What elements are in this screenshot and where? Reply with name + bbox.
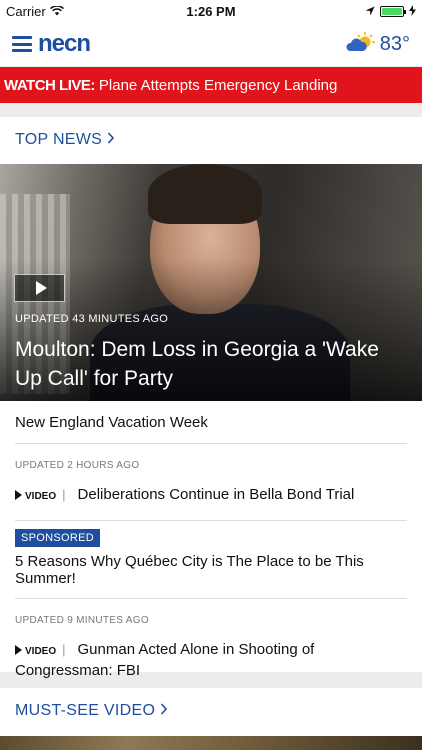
list-item[interactable]: New England Vacation Week xyxy=(15,401,407,444)
carrier-label: Carrier xyxy=(6,3,46,19)
must-see-title: MUST-SEE VIDEO xyxy=(15,702,156,719)
video-tag: VIDEO xyxy=(15,642,56,661)
chevron-right-icon xyxy=(107,131,115,148)
watch-live-tag: WATCH LIVE: xyxy=(4,76,95,94)
hero-updated-time: UPDATED 43 MINUTES AGO xyxy=(15,313,169,325)
hero-headline: Moulton: Dem Loss in Georgia a 'Wake Up … xyxy=(15,338,379,390)
play-icon xyxy=(15,490,22,500)
top-news-header[interactable]: TOP NEWS xyxy=(0,117,422,164)
must-see-video-section: MUST-SEE VIDEO xyxy=(0,688,422,736)
play-icon xyxy=(15,645,22,655)
app-header: necn 83° xyxy=(0,22,422,66)
clock: 1:26 PM xyxy=(186,3,236,19)
list-item[interactable]: UPDATED 9 MINUTES AGO VIDEO | Gunman Acted… xyxy=(15,599,407,694)
partly-cloudy-icon xyxy=(346,31,376,58)
necn-logo[interactable]: necn xyxy=(38,30,91,58)
story-updated-time: UPDATED 2 HOURS AGO xyxy=(15,460,140,471)
status-bar: Carrier 1:26 PM xyxy=(0,0,422,22)
watch-live-banner[interactable]: WATCH LIVE: Plane Attempts Emergency Lan… xyxy=(0,67,422,103)
chevron-right-icon xyxy=(160,702,168,719)
top-news-title: TOP NEWS xyxy=(15,131,103,148)
hero-story[interactable]: UPDATED 43 MINUTES AGO Moulton: Dem Loss… xyxy=(0,164,422,401)
list-item[interactable]: SPONSORED 5 Reasons Why Québec City is T… xyxy=(15,521,407,599)
story-headline: Deliberations Continue in Bella Bond Tri… xyxy=(77,486,355,503)
wifi-icon xyxy=(49,4,64,19)
location-icon xyxy=(365,4,375,19)
story-headline: Gunman Acted Alone in Shooting of Congre… xyxy=(15,641,315,679)
temperature: 83° xyxy=(379,32,410,55)
sponsored-badge: SPONSORED xyxy=(15,529,100,547)
story-updated-time: UPDATED 9 MINUTES AGO xyxy=(15,615,149,626)
hamburger-menu-icon[interactable] xyxy=(12,36,32,52)
watch-live-headline: Plane Attempts Emergency Landing xyxy=(98,76,338,94)
story-headline: New England Vacation Week xyxy=(15,414,208,431)
must-see-header[interactable]: MUST-SEE VIDEO xyxy=(0,688,422,735)
story-list: New England Vacation Week UPDATED 2 HOUR… xyxy=(0,401,422,694)
weather-widget[interactable]: 83° xyxy=(346,31,410,58)
must-see-video-thumbnail[interactable] xyxy=(0,736,422,750)
play-icon xyxy=(35,281,47,295)
video-tag: VIDEO xyxy=(15,487,56,506)
play-video-button[interactable] xyxy=(14,274,65,302)
list-item[interactable]: UPDATED 2 HOURS AGO VIDEO | Deliberations … xyxy=(15,444,407,521)
top-news-section: TOP NEWS UPDATED 43 MINUTES AGO Moulton:… xyxy=(0,117,422,679)
story-headline: 5 Reasons Why Québec City is The Place t… xyxy=(15,553,364,587)
battery-icon xyxy=(380,5,406,17)
charging-icon xyxy=(409,4,416,19)
